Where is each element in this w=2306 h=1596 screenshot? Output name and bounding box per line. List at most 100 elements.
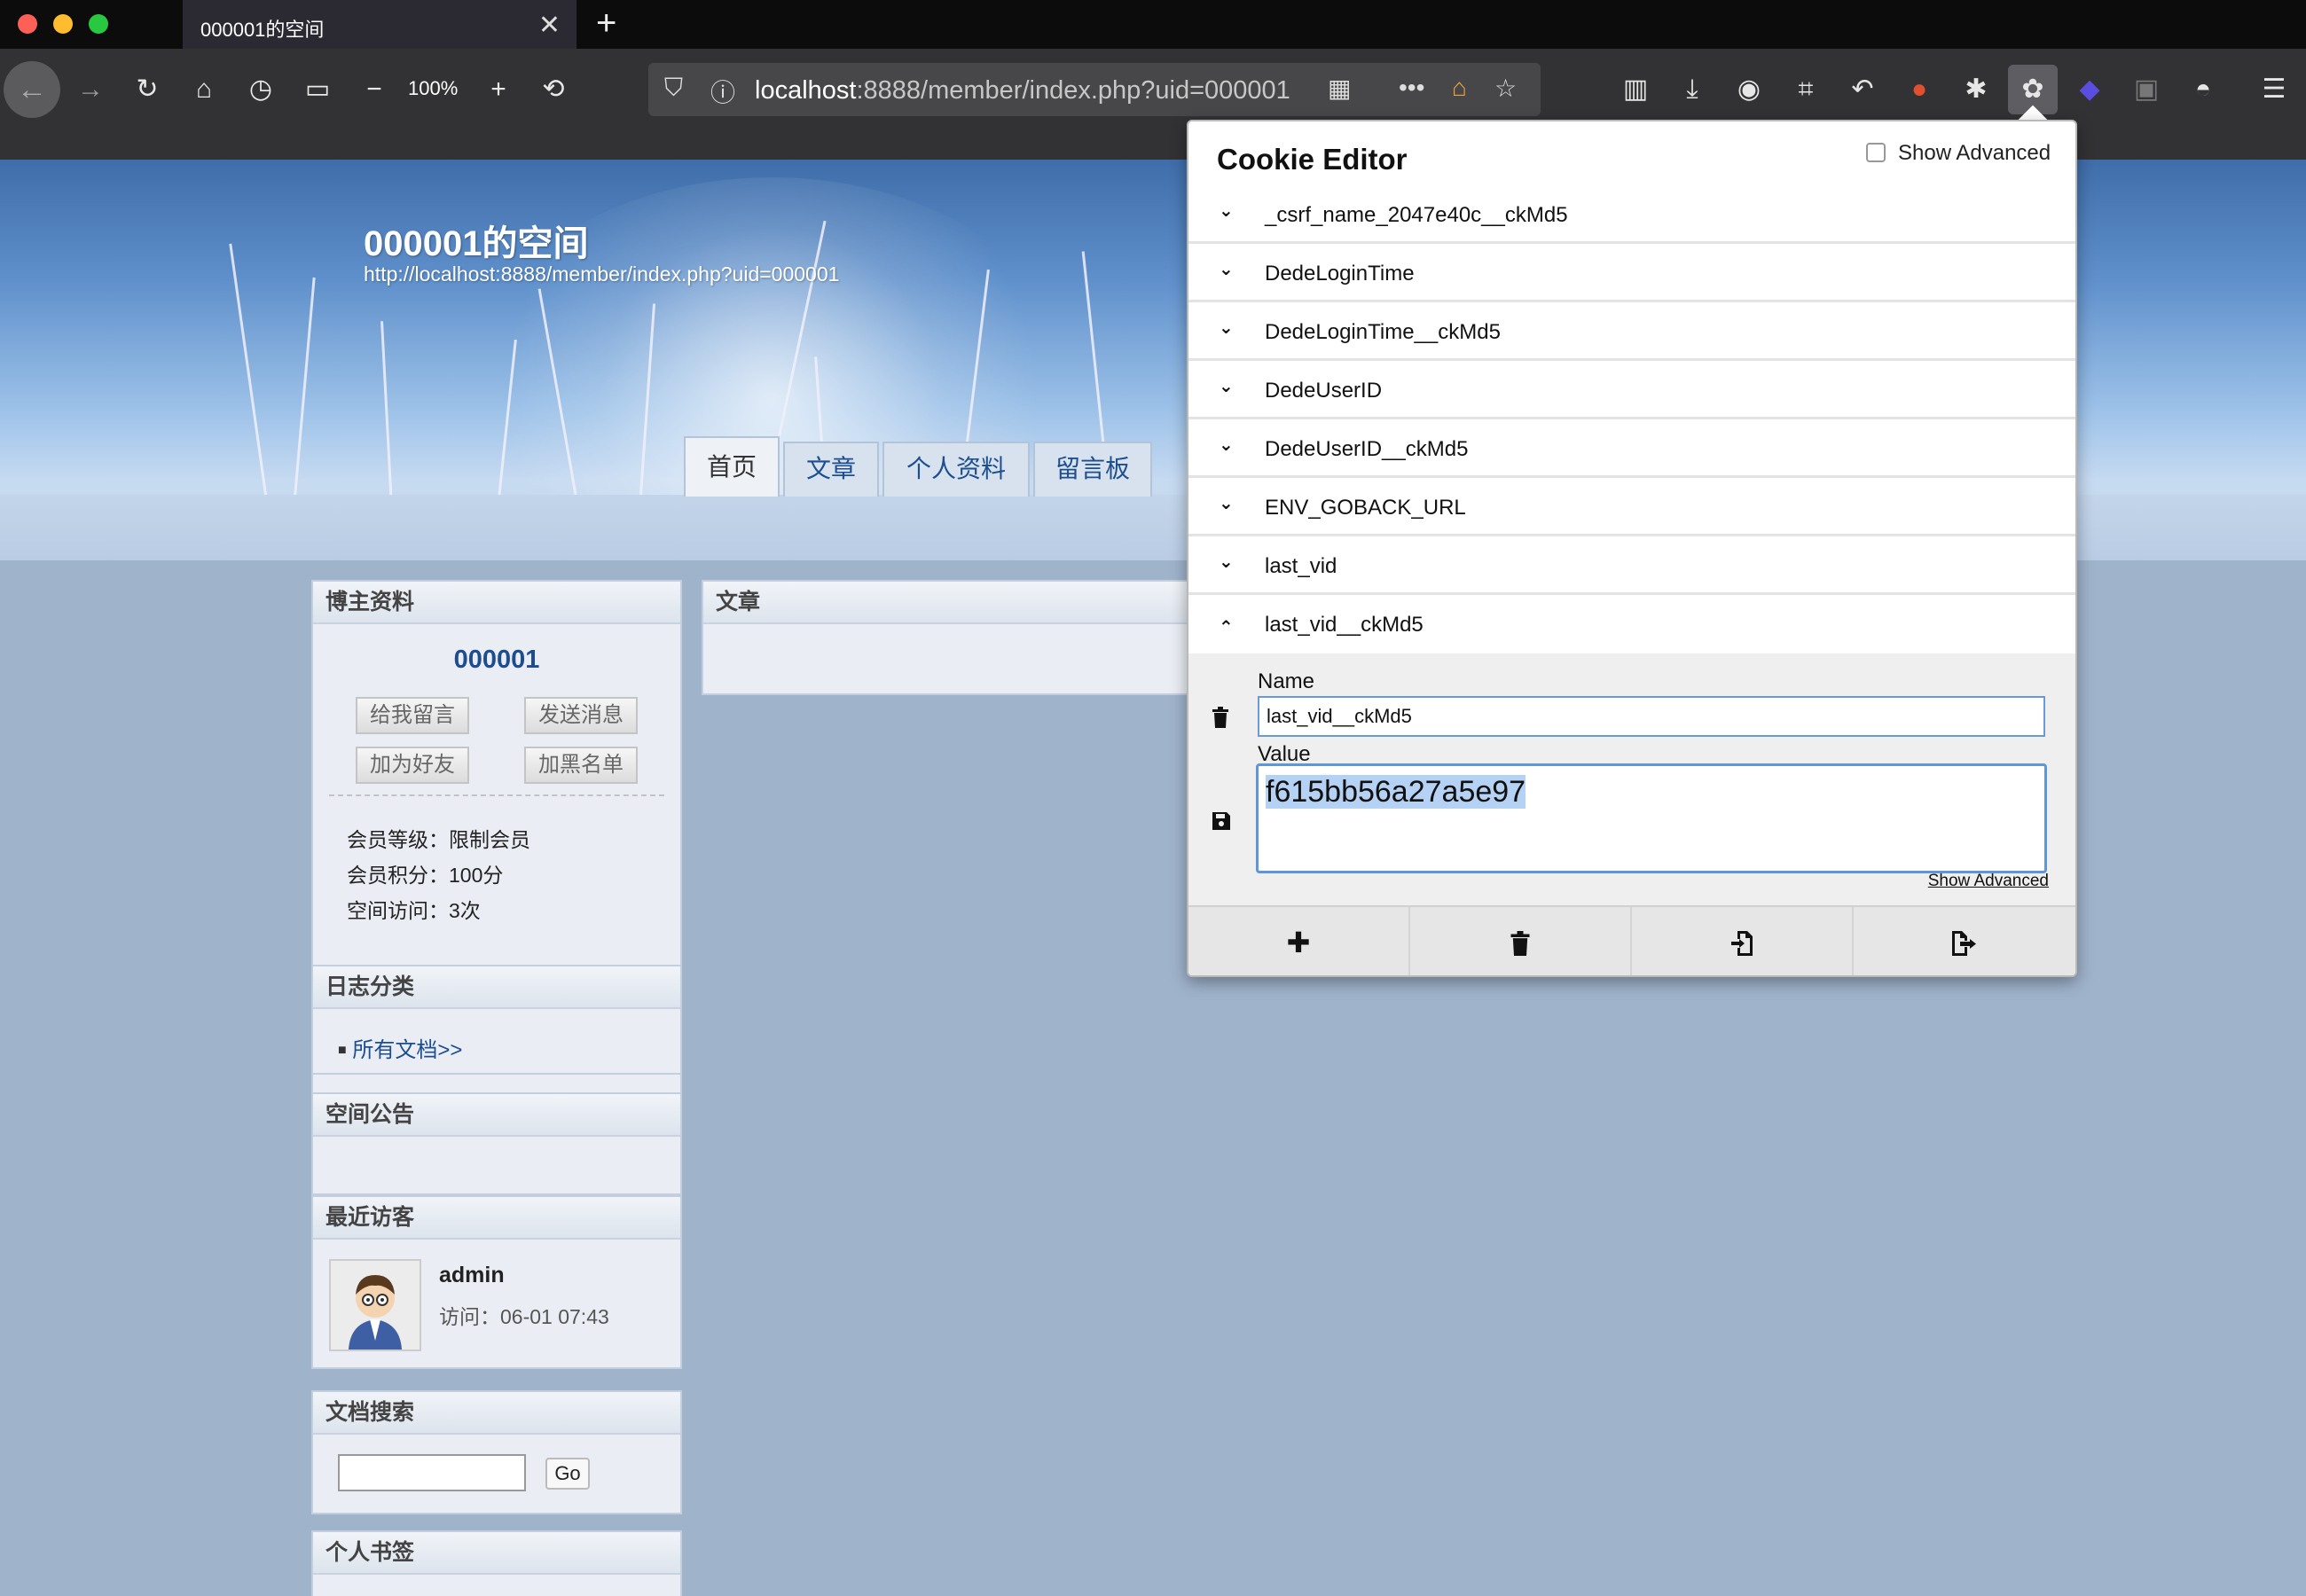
cookie-name: _csrf_name_2047e40c__ckMd5 [1265,203,1568,227]
bookmark-star-icon[interactable]: ☆ [1494,74,1517,103]
account-icon[interactable]: ◉ [1731,72,1767,107]
menu-icon[interactable]: ☰ [2256,72,2292,107]
forward-arrow-icon[interactable]: → [73,72,108,107]
cookie-name: DedeLoginTime__ckMd5 [1265,320,1501,344]
leave-message-button[interactable]: 给我留言 [356,697,469,734]
tab-title: 000001的空间 [200,19,325,41]
maximize-window-button[interactable] [89,14,108,34]
tab-home[interactable]: 首页 [684,436,780,497]
cookie-row[interactable]: ⌄ DedeUserID [1188,361,2075,419]
show-advanced-checkbox[interactable] [1866,143,1886,162]
cookie-list: ⌄ _csrf_name_2047e40c__ckMd5 ⌄ DedeLoginTi… [1188,185,2075,653]
reed-decoration [229,243,269,508]
cookie-name-input[interactable]: last_vid__ckMd5 [1258,696,2045,737]
chevron-down-icon[interactable]: ⌄ [1219,551,1234,573]
cookie-name: last_vid [1265,554,1337,578]
bug-extension-icon[interactable]: ✱ [1958,72,1994,107]
cookie-detail: Name last_vid__ckMd5 Value f615bb56a27a5… [1188,653,2075,905]
crop-screenshot-icon[interactable]: ⌗ [1788,72,1824,107]
reload-icon[interactable]: ↻ [129,72,165,107]
articles-panel: 文章 [702,580,1198,695]
tab-articles[interactable]: 文章 [783,442,879,497]
visitor-avatar[interactable] [329,1259,421,1351]
import-icon [1730,927,1753,958]
all-documents-link[interactable]: ■ 所有文档>> [338,1032,462,1063]
more-actions-icon[interactable]: ••• [1399,74,1424,102]
show-advanced-toggle[interactable]: Show Advanced [1866,141,2051,166]
member-points: 会员积分：100分 [347,864,504,887]
chevron-down-icon[interactable]: ⌄ [1219,434,1234,456]
cookie-value-input[interactable]: f615bb56a27a5e97 [1256,763,2047,873]
url-text[interactable]: localhost:8888/member/index.php?uid=0000… [755,76,1290,106]
categories-panel-heading: 日志分类 [313,966,680,1009]
notice-panel-heading: 空间公告 [313,1094,680,1137]
home-page-icon[interactable]: ⌂ [1452,74,1467,102]
address-bar[interactable]: ⛉ ⓘ localhost:8888/member/index.php?uid=… [648,63,1541,116]
site-info-icon[interactable]: ⓘ [710,74,735,109]
visitor-time: 访问：06-01 07:43 [439,1305,609,1328]
export-button[interactable] [1854,907,2075,975]
back-arrow-icon[interactable]: ← [4,61,60,118]
cookie-row[interactable]: ⌄ last_vid [1188,536,2075,595]
hackbar-extension-icon[interactable]: ● [1902,72,1937,107]
minimize-window-button[interactable] [53,14,73,34]
home-icon[interactable]: ⌂ [186,72,222,107]
zoom-level[interactable]: 100% [408,77,458,100]
cookie-row[interactable]: ⌄ DedeLoginTime__ckMd5 [1188,302,2075,361]
delete-all-button[interactable] [1410,907,1632,975]
qr-code-icon[interactable]: ▦ [1328,74,1351,103]
show-advanced-link[interactable]: Show Advanced [1928,872,2049,891]
document-search-heading: 文档搜索 [313,1392,680,1435]
history-icon[interactable]: ◷ [243,72,278,107]
send-message-button[interactable]: 发送消息 [524,697,638,734]
plus-icon: ✚ [1286,927,1311,958]
reset-zoom-icon[interactable]: ⟲ [536,72,571,107]
trash-icon[interactable] [1212,707,1229,733]
visitor-name[interactable]: admin [439,1263,505,1288]
chevron-down-icon[interactable]: ⌄ [1219,200,1234,222]
hat-extension-icon[interactable]: ◓ [2185,72,2221,107]
export-icon [1951,927,1978,958]
chevron-up-icon[interactable]: ⌃ [1219,616,1234,638]
add-cookie-button[interactable]: ✚ [1188,907,1410,975]
save-icon[interactable] [1212,811,1231,836]
cookie-row[interactable]: ⌄ DedeLoginTime [1188,244,2075,302]
library-icon[interactable]: ▭ [300,72,335,107]
blogger-username[interactable]: 000001 [313,645,680,675]
zoom-in-icon[interactable]: + [481,72,516,107]
chevron-down-icon[interactable]: ⌄ [1219,258,1234,280]
profile-panel-heading: 博主资料 [313,582,680,624]
tab-profile[interactable]: 个人资料 [882,442,1030,497]
sidebar-icon[interactable]: ▥ [1618,72,1653,107]
add-blacklist-button[interactable]: 加黑名单 [524,747,638,784]
close-window-button[interactable] [18,14,37,34]
selenium-extension-icon[interactable]: ▣ [2129,72,2164,107]
add-friend-button[interactable]: 加为好友 [356,747,469,784]
reed-decoration [293,277,316,508]
chevron-down-icon[interactable]: ⌄ [1219,375,1234,397]
cookie-name: DedeUserID [1265,379,1383,403]
chevron-down-icon[interactable]: ⌄ [1219,492,1234,514]
recent-visitors-heading: 最近访客 [313,1197,680,1240]
undo-icon[interactable]: ↶ [1845,72,1880,107]
search-go-button[interactable]: Go [545,1458,590,1490]
zoom-out-icon[interactable]: − [357,72,392,107]
cookie-row[interactable]: ⌄ DedeUserID__ckMd5 [1188,419,2075,478]
download-icon[interactable]: ⤓ [1675,72,1710,107]
cookie-row[interactable]: ⌄ ENV_GOBACK_URL [1188,478,2075,536]
tab-close-icon[interactable]: ✕ [538,10,561,41]
bullet-icon: ■ [338,1043,347,1058]
cookie-row[interactable]: ⌄ _csrf_name_2047e40c__ckMd5 [1188,185,2075,244]
shield-icon[interactable]: ⛉ [664,74,683,103]
site-title: 000001的空间 [364,224,589,263]
import-button[interactable] [1632,907,1854,975]
new-tab-button[interactable]: + [596,5,616,41]
search-input[interactable] [338,1454,526,1491]
bookmarks-panel: 个人书签 [311,1530,682,1596]
cookie-row-expanded[interactable]: ⌃ last_vid__ckMd5 [1188,595,2075,653]
recent-visitors-panel: 最近访客 admin 访问：06-01 07:43 [311,1195,682,1369]
chevron-down-icon[interactable]: ⌄ [1219,317,1234,339]
tab-guestbook[interactable]: 留言板 [1033,442,1152,497]
wappalyzer-extension-icon[interactable]: ◆ [2072,72,2107,107]
browser-tab[interactable]: 000001的空间 ✕ [183,0,576,49]
